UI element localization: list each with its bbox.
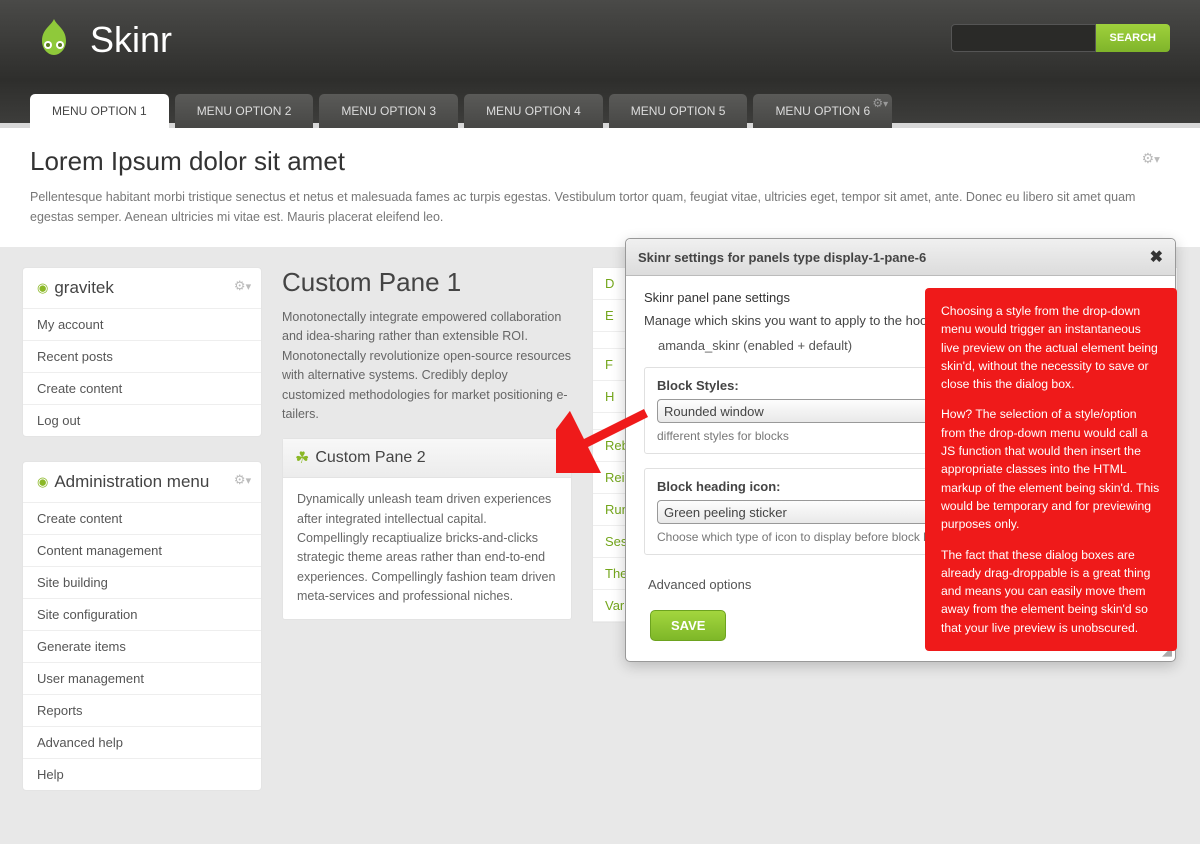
menu-item-recent-posts[interactable]: Recent posts [23,340,261,372]
page-description: Pellentesque habitant morbi tristique se… [30,187,1170,227]
main-content: Custom Pane 1 Monotonectally integrate e… [282,267,572,620]
menu-item[interactable]: Reports [23,694,261,726]
annotation-callout: Choosing a style from the drop-down menu… [925,288,1177,651]
select-value: Rounded window [664,404,764,419]
tab-menu-option-6[interactable]: MENU OPTION 6⚙▾ [753,94,892,128]
annotation-text: How? The selection of a style/option fro… [941,405,1161,533]
chevron-down-icon: ◉ [37,474,48,490]
sidebar-left: ◉ gravitek ⚙▾ My account Recent posts Cr… [22,267,262,791]
gear-icon[interactable]: ⚙▾ [234,278,251,294]
menu-item[interactable]: Site building [23,566,261,598]
user-menu: My account Recent posts Create content L… [23,308,261,436]
site-title: Skinr [90,19,172,61]
tab-menu-option-1[interactable]: MENU OPTION 1 [30,94,169,128]
block-heading: ◉ Administration menu ⚙▾ [23,462,261,502]
search-input[interactable] [951,24,1096,52]
tab-menu-option-3[interactable]: MENU OPTION 3 [319,94,458,128]
tab-label: MENU OPTION 6 [775,104,870,118]
menu-item-log-out[interactable]: Log out [23,404,261,436]
annotation-arrow-icon [556,403,656,473]
close-icon[interactable]: ✖ [1150,247,1163,267]
tab-label: MENU OPTION 2 [197,104,292,118]
chevron-down-icon: ◉ [37,280,48,296]
menu-item[interactable]: User management [23,662,261,694]
dialog-titlebar[interactable]: Skinr settings for panels type display-1… [626,239,1175,276]
tab-label: MENU OPTION 3 [341,104,436,118]
header-banner: Skinr SEARCH [0,0,1200,80]
tab-label: MENU OPTION 1 [52,104,147,118]
tab-menu-option-4[interactable]: MENU OPTION 4 [464,94,603,128]
block-title: Administration menu [54,472,209,492]
block-title: gravitek [54,278,114,298]
menu-item[interactable]: Generate items [23,630,261,662]
dialog-title: Skinr settings for panels type display-1… [638,250,926,265]
annotation-text: Choosing a style from the drop-down menu… [941,302,1161,393]
tab-menu-option-5[interactable]: MENU OPTION 5 [609,94,748,128]
menu-item[interactable]: Site configuration [23,598,261,630]
leaf-icon: ☘ [295,448,309,468]
save-button[interactable]: SAVE [650,610,726,641]
admin-menu: Create content Content management Site b… [23,502,261,790]
search-button[interactable]: SEARCH [1096,24,1170,52]
custom-pane-2: ☘ Custom Pane 2 Dynamically unleash team… [282,438,572,619]
primary-tabs: MENU OPTION 1 MENU OPTION 2 MENU OPTION … [0,80,1200,128]
page-header: Lorem Ipsum dolor sit amet ⚙▾ Pellentesq… [0,128,1200,247]
logo-wrap: Skinr [30,15,172,66]
pane-1-body: Monotonectally integrate empowered colla… [282,308,572,424]
gear-icon[interactable]: ⚙▾ [872,96,888,110]
page-title: Lorem Ipsum dolor sit amet [30,146,1170,177]
gear-icon[interactable]: ⚙▾ [1142,150,1160,167]
menu-item-create-content[interactable]: Create content [23,372,261,404]
pane-2-body: Dynamically unleash team driven experien… [283,478,571,618]
pane-2-heading: ☘ Custom Pane 2 [283,439,571,478]
admin-block: ◉ Administration menu ⚙▾ Create content … [22,461,262,791]
tab-label: MENU OPTION 5 [631,104,726,118]
menu-item-my-account[interactable]: My account [23,308,261,340]
pane-2-title: Custom Pane 2 [315,449,425,467]
menu-item[interactable]: Advanced help [23,726,261,758]
tab-label: MENU OPTION 4 [486,104,581,118]
gear-icon[interactable]: ⚙▾ [234,472,251,488]
tab-menu-option-2[interactable]: MENU OPTION 2 [175,94,314,128]
pane-1-title: Custom Pane 1 [282,267,572,298]
annotation-text: The fact that these dialog boxes are alr… [941,546,1161,637]
search-form: SEARCH [951,24,1170,52]
menu-item[interactable]: Content management [23,534,261,566]
user-block: ◉ gravitek ⚙▾ My account Recent posts Cr… [22,267,262,437]
block-heading: ◉ gravitek ⚙▾ [23,268,261,308]
select-value: Green peeling sticker [664,505,787,520]
menu-item[interactable]: Help [23,758,261,790]
menu-item[interactable]: Create content [23,502,261,534]
drupal-logo-icon [30,15,78,66]
